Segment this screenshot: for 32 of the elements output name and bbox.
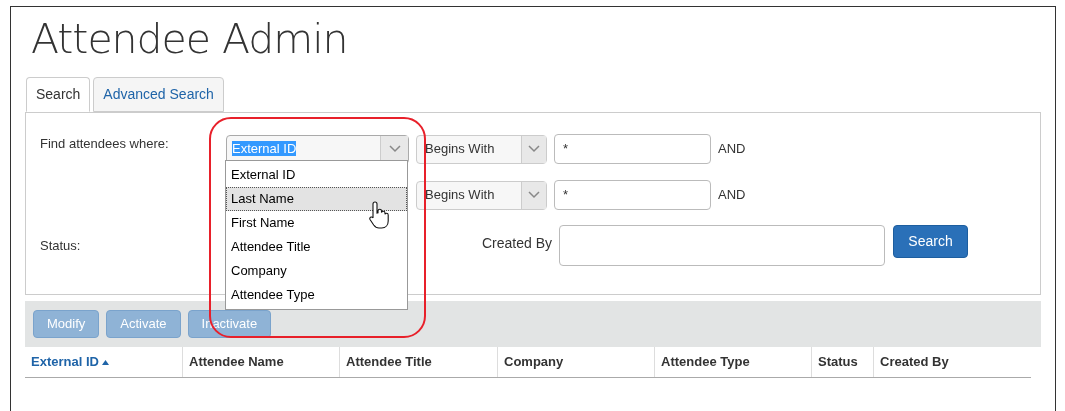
chevron-down-icon <box>528 145 540 153</box>
column-header[interactable]: Status <box>811 347 873 377</box>
created-by-input[interactable] <box>559 225 885 266</box>
column-header[interactable]: Created By <box>873 347 1030 377</box>
dropdown-option[interactable]: Attendee Title <box>226 235 407 259</box>
value-input[interactable]: * <box>554 180 711 210</box>
column-header[interactable]: External ID <box>25 347 182 377</box>
value-input[interactable]: * <box>554 134 711 164</box>
find-label: Find attendees where: <box>40 135 170 153</box>
page-title: Attendee Admin <box>31 14 349 65</box>
operator-dropdown[interactable]: Begins With <box>416 134 547 164</box>
dropdown-option[interactable]: Attendee Type <box>226 283 407 307</box>
column-header[interactable]: Attendee Name <box>182 347 339 377</box>
tab[interactable]: Search <box>26 77 91 112</box>
and-label: AND <box>718 140 746 159</box>
column-header[interactable]: Company <box>497 347 654 377</box>
column-header[interactable]: Attendee Type <box>654 347 811 377</box>
status-label: Status: <box>40 238 81 253</box>
dropdown-option[interactable]: Last Name <box>226 187 407 211</box>
operator-dropdown[interactable]: Begins With <box>416 180 547 210</box>
and-label: AND <box>718 186 746 205</box>
search-button[interactable]: Search <box>893 225 968 258</box>
dropdown-option[interactable]: External ID <box>226 163 407 187</box>
chevron-down-icon <box>388 145 401 153</box>
sort-ascending-icon <box>101 359 109 365</box>
chevron-down-icon <box>528 191 540 199</box>
hand-cursor-icon <box>368 200 390 230</box>
tab[interactable]: Advanced Search <box>93 77 224 112</box>
column-header[interactable]: Attendee Title <box>339 347 497 377</box>
created-by-label: Created By <box>480 234 552 253</box>
dropdown-option[interactable]: First Name <box>226 211 407 235</box>
dropdown-option[interactable]: Company <box>226 259 407 283</box>
